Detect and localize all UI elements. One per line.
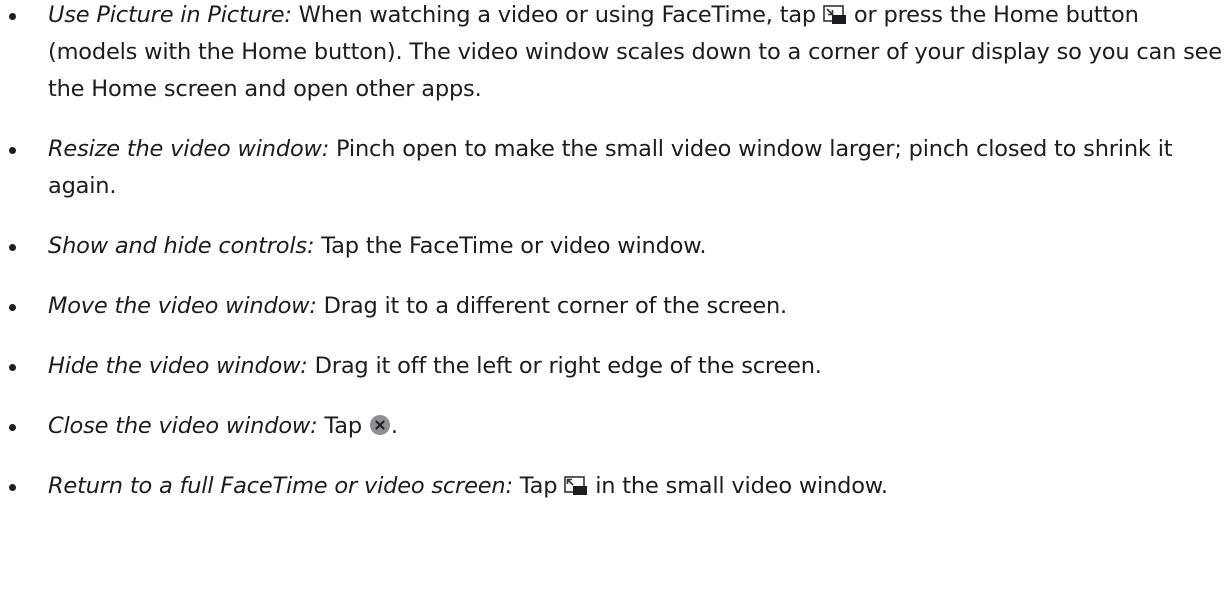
list-item: Move the video window: Drag it to a diff… — [0, 288, 1231, 325]
list-item: Close the video window: Tap . — [0, 408, 1231, 445]
pip-enter-icon — [823, 5, 847, 25]
list-item: Resize the video window: Pinch open to m… — [0, 131, 1231, 205]
pip-exit-icon — [564, 476, 588, 496]
list-item: Return to a full FaceTime or video scree… — [0, 468, 1231, 505]
item-text: Drag it off the left or right edge of th… — [307, 353, 822, 379]
item-term: Use Picture in Picture: — [48, 2, 292, 28]
item-term: Move the video window: — [48, 293, 317, 319]
item-text: Drag it to a different corner of the scr… — [316, 293, 788, 319]
item-text: in the small video window. — [588, 473, 888, 499]
item-term: Close the video window: — [48, 413, 318, 439]
close-circle-icon — [369, 414, 391, 436]
item-term: Hide the video window: — [48, 353, 308, 379]
list-item: Hide the video window: Drag it off the l… — [0, 348, 1231, 385]
item-term: Return to a full FaceTime or video scree… — [48, 473, 513, 499]
item-term: Resize the video window: — [48, 136, 330, 162]
tips-list: Use Picture in Picture: When watching a … — [0, 0, 1231, 505]
list-item: Use Picture in Picture: When watching a … — [0, 0, 1231, 108]
item-text: When watching a video or using FaceTime,… — [291, 2, 823, 28]
item-text: Tap — [317, 413, 369, 439]
list-item: Show and hide controls: Tap the FaceTime… — [0, 228, 1231, 265]
item-text: Tap the FaceTime or video window. — [314, 233, 707, 259]
item-text: Tap — [512, 473, 565, 499]
item-term: Show and hide controls: — [48, 233, 315, 259]
item-text: . — [390, 413, 398, 439]
